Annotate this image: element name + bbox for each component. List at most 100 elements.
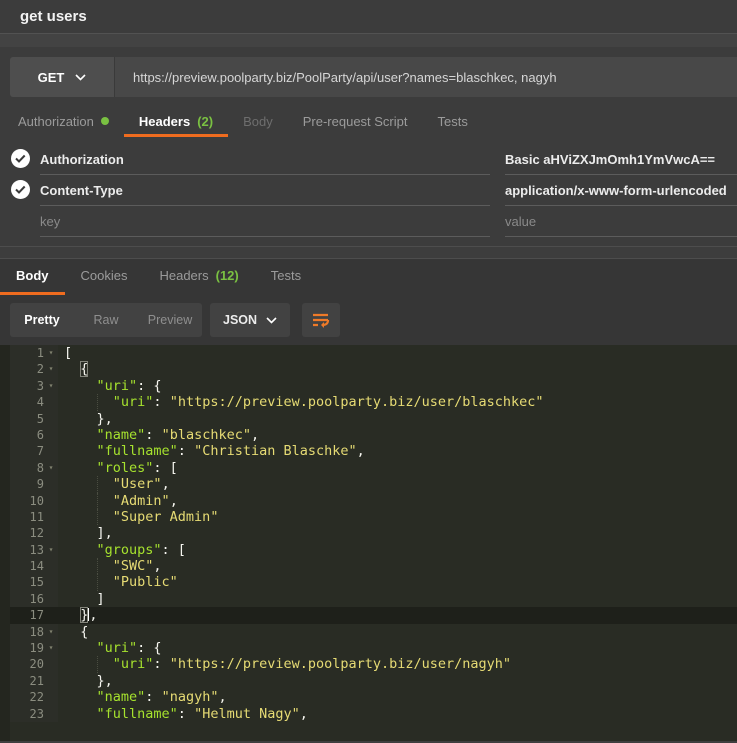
json-punctuation: [ [64, 345, 72, 361]
code-line[interactable]: 8▾ "roles": [ [0, 460, 737, 476]
tab-pre-request-script[interactable]: Pre-request Script [288, 108, 423, 137]
json-string: "Public" [113, 574, 178, 590]
json-string: "https://preview.poolparty.biz/user/blas… [170, 394, 544, 410]
header-key-cell[interactable]: Content-Type [40, 175, 490, 206]
code-line[interactable]: 13▾ "groups": [ [0, 542, 737, 558]
tab-body-label: Body [243, 114, 273, 129]
tab-headers-label: Headers [139, 114, 190, 129]
line-gutter: 10 [0, 493, 58, 509]
code-line[interactable]: 21 }, [0, 673, 737, 689]
fold-toggle-icon[interactable]: ▾ [44, 542, 58, 558]
json-punctuation [64, 476, 113, 492]
code-line[interactable]: 5 }, [0, 411, 737, 427]
code-line[interactable]: 3▾ "uri": { [0, 378, 737, 394]
line-number: 13 [0, 542, 44, 558]
request-response-splitter[interactable] [0, 246, 737, 259]
row-enabled-checkbox[interactable] [11, 149, 30, 168]
indent-guide [97, 509, 98, 525]
code-line[interactable]: 20 "uri": "https://preview.poolparty.biz… [0, 656, 737, 672]
fold-spacer [44, 525, 58, 541]
code-line[interactable]: 2▾ { [0, 361, 737, 377]
header-value-cell[interactable]: Basic aHViZXJmOmh1YmVwcA== [505, 144, 737, 175]
json-punctuation [64, 378, 97, 394]
json-punctuation [64, 689, 97, 705]
tab-body[interactable]: Body [228, 108, 288, 137]
fold-toggle-icon[interactable]: ▾ [44, 345, 58, 361]
code-line[interactable]: 23 "fullname": "Helmut Nagy", [0, 706, 737, 722]
new-header-value-input[interactable] [505, 214, 737, 229]
fold-toggle-icon[interactable]: ▾ [44, 460, 58, 476]
code-line[interactable]: 18▾ { [0, 624, 737, 640]
json-punctuation: : [ [162, 542, 186, 558]
json-punctuation: , [89, 607, 97, 623]
code-line[interactable]: 11 "Super Admin" [0, 509, 737, 525]
line-number: 23 [0, 706, 44, 722]
fold-spacer [44, 394, 58, 410]
json-punctuation [64, 607, 80, 623]
tab-tests[interactable]: Tests [423, 108, 483, 137]
wrap-lines-button[interactable] [302, 303, 340, 337]
method-dropdown[interactable]: GET [10, 57, 115, 97]
raw-view-button[interactable]: Raw [74, 303, 138, 337]
code-line[interactable]: 4 "uri": "https://preview.poolparty.biz/… [0, 394, 737, 410]
tab-authorization[interactable]: Authorization [3, 108, 124, 137]
authorization-status-dot [101, 117, 109, 125]
json-punctuation: : [145, 689, 161, 705]
fold-toggle-icon[interactable]: ▾ [44, 378, 58, 394]
code-content: "name": "blaschkec", [58, 427, 737, 443]
response-tab-tests-label: Tests [271, 268, 301, 283]
check-icon [15, 154, 26, 163]
code-line[interactable]: 9 "User", [0, 476, 737, 492]
code-line[interactable]: 14 "SWC", [0, 558, 737, 574]
json-key: "uri" [113, 656, 154, 672]
json-string: "Helmut Nagy" [194, 706, 300, 722]
code-line[interactable]: 22 "name": "nagyh", [0, 689, 737, 705]
json-punctuation: }, [64, 673, 113, 689]
json-punctuation: , [218, 689, 226, 705]
row-enabled-checkbox[interactable] [11, 180, 30, 199]
code-content: "SWC", [58, 558, 737, 574]
tab-headers[interactable]: Headers (2) [124, 108, 228, 137]
fold-toggle-icon[interactable]: ▾ [44, 361, 58, 377]
fold-spacer [44, 509, 58, 525]
code-line[interactable]: 19▾ "uri": { [0, 640, 737, 656]
fold-spacer [44, 673, 58, 689]
fold-toggle-icon[interactable]: ▾ [44, 640, 58, 656]
preview-view-button[interactable]: Preview [138, 303, 202, 337]
fold-toggle-icon[interactable]: ▾ [44, 624, 58, 640]
code-line[interactable]: 10 "Admin", [0, 493, 737, 509]
json-string: "SWC" [113, 558, 154, 574]
json-punctuation [64, 656, 113, 672]
url-input[interactable]: https://preview.poolparty.biz/PoolParty/… [115, 57, 737, 97]
format-dropdown[interactable]: JSON [210, 303, 290, 337]
json-punctuation: ], [64, 525, 113, 541]
json-punctuation: : [145, 427, 161, 443]
code-line[interactable]: 7 "fullname": "Christian Blaschke", [0, 443, 737, 459]
request-name: get users [20, 8, 87, 25]
json-punctuation: : [178, 706, 194, 722]
header-key-cell[interactable]: Authorization [40, 144, 490, 175]
code-content: ] [58, 591, 737, 607]
response-tabs: Body Cookies Headers (12) Tests [0, 259, 737, 295]
response-tab-tests[interactable]: Tests [255, 259, 317, 295]
code-content: "fullname": "Helmut Nagy", [58, 706, 737, 722]
code-line[interactable]: 17 }, [0, 607, 737, 623]
line-number: 2 [0, 361, 44, 377]
code-line[interactable]: 12 ], [0, 525, 737, 541]
response-tab-headers-count: (12) [216, 268, 239, 283]
code-line[interactable]: 1▾[ [0, 345, 737, 361]
response-tab-cookies[interactable]: Cookies [65, 259, 144, 295]
code-line[interactable]: 16 ] [0, 591, 737, 607]
code-line[interactable]: 15 "Public" [0, 574, 737, 590]
response-tab-body[interactable]: Body [0, 259, 65, 295]
header-value-cell[interactable]: application/x-www-form-urlencoded [505, 175, 737, 206]
response-tab-headers[interactable]: Headers (12) [143, 259, 254, 295]
code-editor[interactable]: 1▾[2▾ {3▾ "uri": {4 "uri": "https://prev… [0, 345, 737, 741]
code-line[interactable]: 6 "name": "blaschkec", [0, 427, 737, 443]
code-content: "groups": [ [58, 542, 737, 558]
new-header-value-cell [505, 206, 737, 237]
json-key: "roles" [97, 460, 154, 476]
new-header-key-input[interactable] [40, 214, 490, 229]
json-key: "fullname" [97, 706, 178, 722]
pretty-view-button[interactable]: Pretty [10, 303, 74, 337]
